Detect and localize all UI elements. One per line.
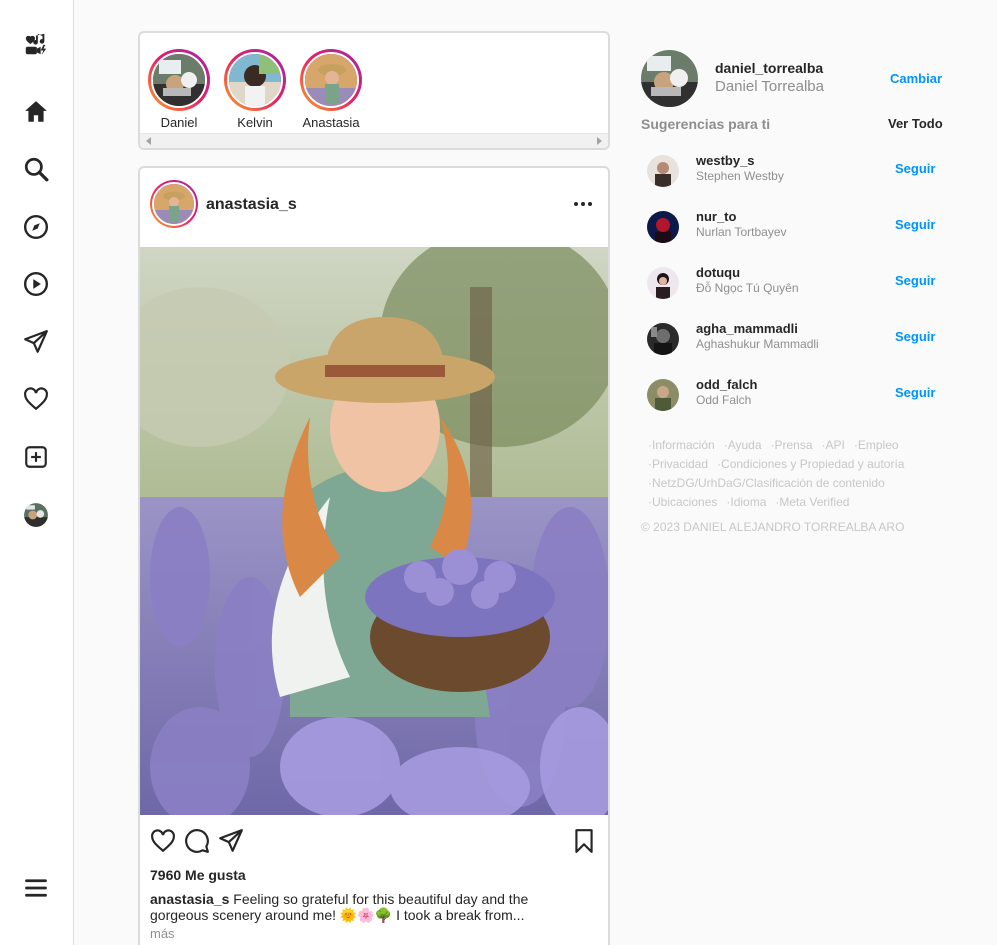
current-username[interactable]: daniel_torrealba — [715, 60, 823, 76]
follow-button[interactable]: Seguir — [895, 329, 935, 344]
footer-link[interactable]: ·Empleo — [854, 438, 899, 452]
suggestion-fullname: Nurlan Tortbayev — [696, 225, 787, 239]
story-ring — [148, 49, 210, 111]
suggestion-username[interactable]: odd_falch — [696, 377, 757, 392]
menu-icon[interactable] — [22, 874, 50, 902]
reels-icon[interactable] — [22, 270, 50, 298]
follow-button[interactable]: Seguir — [895, 217, 935, 232]
suggestion-avatar[interactable] — [647, 323, 679, 355]
story-ring — [224, 49, 286, 111]
comment-icon[interactable] — [184, 828, 212, 856]
story-name: Daniel — [160, 115, 198, 130]
heart-icon[interactable] — [150, 828, 178, 856]
suggestion-item: agha_mammadli Aghashukur Mammadli Seguir — [645, 321, 945, 357]
suggestion-avatar[interactable] — [647, 211, 679, 243]
stories-scrollbar[interactable] — [140, 133, 608, 148]
suggestion-username[interactable]: dotuqu — [696, 265, 740, 280]
suggestion-username[interactable]: agha_mammadli — [696, 321, 798, 336]
explore-icon[interactable] — [22, 213, 50, 241]
suggestion-fullname: Odd Falch — [696, 393, 752, 407]
follow-button[interactable]: Seguir — [895, 161, 935, 176]
post-header: anastasia_s — [140, 168, 608, 248]
profile-avatar[interactable] — [22, 501, 50, 529]
story-name: Anastasia — [302, 115, 360, 130]
suggestion-fullname: Đỗ Ngọc Tú Quyên — [696, 281, 799, 295]
post-caption: anastasia_s Feeling so grateful for this… — [150, 891, 590, 923]
suggestion-username[interactable]: nur_to — [696, 209, 736, 224]
story-item[interactable]: Kelvin — [217, 49, 293, 130]
caption-username[interactable]: anastasia_s — [150, 891, 229, 907]
suggestion-item: nur_to Nurlan Tortbayev Seguir — [645, 209, 945, 245]
create-icon[interactable] — [22, 443, 50, 471]
post-actions — [140, 828, 608, 858]
story-avatar — [227, 52, 283, 108]
notifications-icon[interactable] — [22, 385, 50, 413]
suggestion-avatar[interactable] — [647, 379, 679, 411]
footer-link[interactable]: ·NetzDG/UrhDaG/Clasificación de contenid… — [648, 476, 885, 490]
footer-link[interactable]: ·API — [822, 438, 845, 452]
story-avatar — [151, 52, 207, 108]
story-item[interactable]: Anastasia — [293, 49, 369, 130]
sidebar — [0, 0, 74, 945]
more-link[interactable]: más — [150, 926, 175, 941]
suggestion-avatar[interactable] — [647, 155, 679, 187]
stories-bar: Daniel Kelvin Anastasia — [138, 31, 610, 150]
scroll-left-arrow-icon[interactable] — [146, 137, 151, 145]
footer-row: ·NetzDG/UrhDaG/Clasificación de contenid… — [648, 474, 948, 493]
story-item[interactable]: Daniel — [141, 49, 217, 130]
suggestion-fullname: Aghashukur Mammadli — [696, 337, 819, 351]
switch-account-link[interactable]: Cambiar — [890, 71, 942, 86]
suggestion-item: westby_s Stephen Westby Seguir — [645, 153, 945, 189]
footer-link[interactable]: ·Privacidad — [648, 457, 708, 471]
share-icon[interactable] — [218, 828, 246, 856]
scroll-right-arrow-icon[interactable] — [597, 137, 602, 145]
suggestion-fullname: Stephen Westby — [696, 169, 784, 183]
footer-links: ·Información ·Ayuda ·Prensa ·API ·Empleo ·Pr… — [648, 436, 948, 512]
story-name: Kelvin — [237, 115, 273, 130]
footer-link[interactable]: ·Información — [648, 438, 715, 452]
post-author-avatar[interactable] — [150, 180, 198, 228]
footer-link[interactable]: ·Prensa — [771, 438, 813, 452]
home-icon[interactable] — [22, 98, 50, 126]
footer-row: ·Información ·Ayuda ·Prensa ·API ·Empleo — [648, 436, 948, 455]
footer-link[interactable]: ·Condiciones y Propiedad y autoría — [717, 457, 904, 471]
messages-icon[interactable] — [22, 328, 50, 356]
footer-link[interactable]: ·Meta Verified — [775, 495, 849, 509]
more-options-icon[interactable] — [572, 196, 594, 212]
see-all-link[interactable]: Ver Todo — [888, 116, 943, 131]
likes-count[interactable]: 7960 Me gusta — [150, 867, 246, 883]
footer-link[interactable]: ·Ayuda — [724, 438, 762, 452]
story-avatar — [303, 52, 359, 108]
current-user-avatar[interactable] — [641, 50, 698, 107]
footer-row: ·Ubicaciones ·Idioma ·Meta Verified — [648, 493, 948, 512]
feed-post: anastasia_s 7960 Me gusta anastasia_s Fe… — [138, 166, 610, 945]
suggestion-item: odd_falch Odd Falch Seguir — [645, 377, 945, 413]
post-image[interactable] — [140, 247, 608, 815]
bookmark-icon[interactable] — [571, 828, 599, 856]
footer-link[interactable]: ·Ubicaciones — [648, 495, 717, 509]
footer-link[interactable]: ·Idioma — [726, 495, 766, 509]
search-icon[interactable] — [22, 155, 50, 183]
suggestion-username[interactable]: westby_s — [696, 153, 755, 168]
copyright: © 2023 DANIEL ALEJANDRO TORREALBA ARO — [641, 520, 905, 534]
current-fullname: Daniel Torrealba — [715, 78, 824, 95]
suggestion-item: dotuqu Đỗ Ngọc Tú Quyên Seguir — [645, 265, 945, 301]
post-username[interactable]: anastasia_s — [206, 196, 297, 214]
logo-icon[interactable] — [22, 30, 50, 58]
follow-button[interactable]: Seguir — [895, 385, 935, 400]
footer-row: ·Privacidad ·Condiciones y Propiedad y au… — [648, 455, 948, 474]
suggestions-title: Sugerencias para ti — [641, 116, 771, 132]
follow-button[interactable]: Seguir — [895, 273, 935, 288]
suggestion-avatar[interactable] — [647, 267, 679, 299]
story-ring — [300, 49, 362, 111]
